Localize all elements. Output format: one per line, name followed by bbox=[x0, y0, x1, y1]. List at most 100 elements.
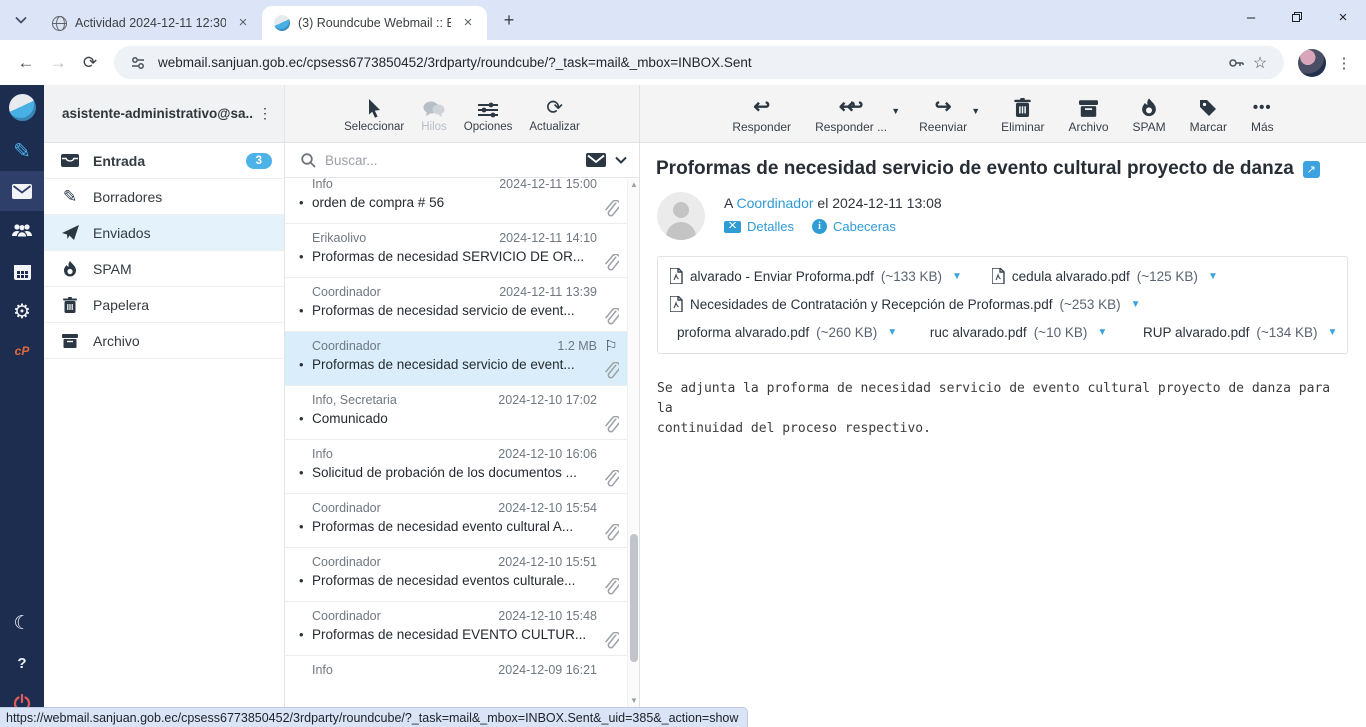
account-menu-icon[interactable]: ⋮ bbox=[254, 105, 276, 122]
attachment-menu-caret-icon[interactable]: ▼ bbox=[1328, 327, 1338, 338]
list-scrollbar[interactable]: ▲ ▼ bbox=[627, 179, 639, 707]
tab-title: Actividad 2024-12-11 12:30:00 bbox=[75, 16, 226, 30]
message-date: 2024-12-11 13:39 bbox=[499, 285, 597, 299]
account-email: asistente-administrativo@sa... bbox=[62, 106, 254, 121]
attachment-menu-caret-icon[interactable]: ▼ bbox=[1208, 271, 1218, 282]
search-input[interactable] bbox=[325, 153, 577, 168]
attachment-item[interactable]: proforma alvarado.pdf (~260 KB) ▼ bbox=[670, 324, 893, 340]
rail-contacts-button[interactable] bbox=[0, 211, 44, 251]
tab-actividad[interactable]: Actividad 2024-12-11 12:30:00 × bbox=[40, 6, 262, 40]
sidebar-item-drafts[interactable]: ✎ Borradores bbox=[44, 179, 284, 215]
rail-mail-button[interactable] bbox=[0, 171, 44, 211]
message-row[interactable]: Info2024-12-10 16:06 •Solicitud de proba… bbox=[285, 440, 627, 494]
message-row-selected[interactable]: Coordinador1.2 MB •Proformas de necesida… bbox=[285, 332, 627, 386]
attachment-item[interactable]: RUP alvarado.pdf (~134 KB) ▼ bbox=[1136, 324, 1335, 340]
attachment-item[interactable]: Necesidades de Contratación y Recepción … bbox=[670, 296, 1141, 312]
contacts-icon bbox=[11, 223, 33, 239]
compose-button[interactable]: ✎ bbox=[0, 131, 44, 171]
subject-row: Proformas de necesidad servicio de event… bbox=[640, 143, 1366, 184]
headers-toggle[interactable]: i Cabeceras bbox=[812, 219, 896, 234]
calendar-icon bbox=[14, 263, 31, 280]
minimize-button[interactable]: – bbox=[1228, 0, 1274, 34]
recipient-link[interactable]: Coordinador bbox=[736, 195, 813, 211]
rail-settings-button[interactable]: ⚙ bbox=[0, 291, 44, 331]
attachment-name: alvarado - Enviar Proforma.pdf bbox=[690, 269, 874, 284]
attachment-item[interactable]: ruc alvarado.pdf (~10 KB) ▼ bbox=[923, 324, 1106, 340]
scope-mail-icon[interactable] bbox=[586, 153, 606, 167]
browser-menu-icon[interactable]: ⋮ bbox=[1332, 51, 1356, 75]
message-sender: Coordinador bbox=[312, 501, 490, 515]
attachment-item[interactable]: alvarado - Enviar Proforma.pdf (~133 KB)… bbox=[670, 268, 962, 284]
mark-button[interactable]: Marcar bbox=[1190, 95, 1227, 134]
details-toggle[interactable]: Detalles bbox=[724, 219, 794, 234]
spam-button[interactable]: SPAM bbox=[1133, 95, 1166, 134]
scroll-down-icon[interactable]: ▼ bbox=[628, 695, 640, 707]
tab-roundcube[interactable]: (3) Roundcube Webmail :: Envia × bbox=[262, 6, 487, 40]
sidebar-item-inbox[interactable]: Entrada 3 bbox=[44, 143, 284, 179]
bookmark-star-icon[interactable]: ☆ bbox=[1248, 51, 1272, 75]
message-row[interactable]: Coordinador2024-12-10 15:51 •Proformas d… bbox=[285, 548, 627, 602]
pdf-file-icon bbox=[670, 268, 683, 284]
threads-button[interactable]: Hilos bbox=[421, 97, 447, 133]
message-row[interactable]: Info, Secretaria2024-12-10 17:02 •Comuni… bbox=[285, 386, 627, 440]
sidebar-item-archive[interactable]: Archivo bbox=[44, 323, 284, 359]
attachment-menu-caret-icon[interactable]: ▼ bbox=[887, 327, 897, 338]
scrollbar-thumb[interactable] bbox=[630, 534, 638, 662]
attachment-item[interactable]: cedula alvarado.pdf (~125 KB) ▼ bbox=[992, 268, 1218, 284]
attachment-size: (~253 KB) bbox=[1059, 297, 1120, 312]
close-window-button[interactable]: × bbox=[1320, 0, 1366, 34]
message-row[interactable]: Erikaolivo2024-12-11 14:10 •Proformas de… bbox=[285, 224, 627, 278]
reload-button[interactable]: ⟳ bbox=[74, 47, 106, 79]
reply-all-button[interactable]: ↩↩ Responder ... ▼ bbox=[815, 95, 887, 134]
attachment-size: (~10 KB) bbox=[1034, 325, 1088, 340]
help-button[interactable]: ? bbox=[0, 643, 44, 683]
tab-close-icon[interactable]: × bbox=[234, 14, 252, 32]
search-options-chevron-icon[interactable] bbox=[615, 156, 627, 164]
sidebar-item-spam[interactable]: SPAM bbox=[44, 251, 284, 287]
tab-search-button[interactable] bbox=[8, 7, 34, 33]
url-text[interactable]: webmail.sanjuan.gob.ec/cpsess6773850452/… bbox=[158, 55, 1224, 70]
sidebar-item-trash[interactable]: Papelera bbox=[44, 287, 284, 323]
scroll-up-icon[interactable]: ▲ bbox=[628, 179, 640, 191]
address-bar[interactable]: webmail.sanjuan.gob.ec/cpsess6773850452/… bbox=[114, 46, 1284, 79]
cpanel-logo[interactable]: cP bbox=[0, 331, 44, 371]
message-subject: Solicitud de probación de los documentos… bbox=[312, 465, 597, 480]
attachment-menu-caret-icon[interactable]: ▼ bbox=[1097, 327, 1107, 338]
dropdown-caret-icon[interactable]: ▼ bbox=[971, 106, 980, 116]
button-label: Actualizar bbox=[529, 121, 580, 133]
message-row[interactable]: Coordinador2024-12-10 15:48 •Proformas d… bbox=[285, 602, 627, 656]
new-tab-button[interactable]: + bbox=[495, 6, 523, 34]
pointer-icon bbox=[367, 97, 382, 118]
browser-profile-avatar[interactable] bbox=[1298, 49, 1326, 77]
dark-mode-button[interactable]: ☾ bbox=[0, 603, 44, 643]
flag-icon: ⚐ bbox=[604, 340, 617, 354]
dropdown-caret-icon[interactable]: ▼ bbox=[891, 106, 900, 116]
delete-button[interactable]: Eliminar bbox=[1001, 95, 1044, 134]
back-button[interactable]: ← bbox=[10, 47, 42, 79]
message-row[interactable]: Info2024-12-11 15:00 •orden de compra # … bbox=[285, 178, 627, 224]
forward-button[interactable]: ↪ Reenviar ▼ bbox=[919, 95, 967, 134]
attachment-menu-caret-icon[interactable]: ▼ bbox=[1131, 299, 1141, 310]
archive-button[interactable]: Archivo bbox=[1068, 95, 1108, 134]
site-settings-icon[interactable] bbox=[126, 51, 150, 75]
sidebar-item-sent[interactable]: Enviados bbox=[44, 215, 284, 251]
open-in-new-window-icon[interactable]: ↗ bbox=[1303, 161, 1320, 178]
select-button[interactable]: Seleccionar bbox=[344, 97, 404, 133]
attachment-icon bbox=[603, 632, 619, 649]
forward-button[interactable]: → bbox=[42, 47, 74, 79]
attachment-icon bbox=[603, 308, 619, 325]
refresh-button[interactable]: ⟳ Actualizar bbox=[529, 97, 580, 133]
message-sender: Info bbox=[312, 447, 490, 461]
restore-icon bbox=[1292, 12, 1302, 22]
tab-close-icon[interactable]: × bbox=[459, 14, 477, 32]
reply-button[interactable]: ↩ Responder bbox=[732, 95, 791, 134]
message-row[interactable]: Info2024-12-09 16:21 bbox=[285, 656, 627, 707]
password-key-icon[interactable] bbox=[1224, 51, 1248, 75]
options-button[interactable]: Opciones bbox=[464, 97, 513, 133]
message-row[interactable]: Coordinador2024-12-10 15:54 •Proformas d… bbox=[285, 494, 627, 548]
more-button[interactable]: ••• Más bbox=[1251, 95, 1274, 134]
attachment-menu-caret-icon[interactable]: ▼ bbox=[952, 271, 962, 282]
message-row[interactable]: Coordinador2024-12-11 13:39 •Proformas d… bbox=[285, 278, 627, 332]
rail-calendar-button[interactable] bbox=[0, 251, 44, 291]
restore-button[interactable] bbox=[1274, 0, 1320, 34]
